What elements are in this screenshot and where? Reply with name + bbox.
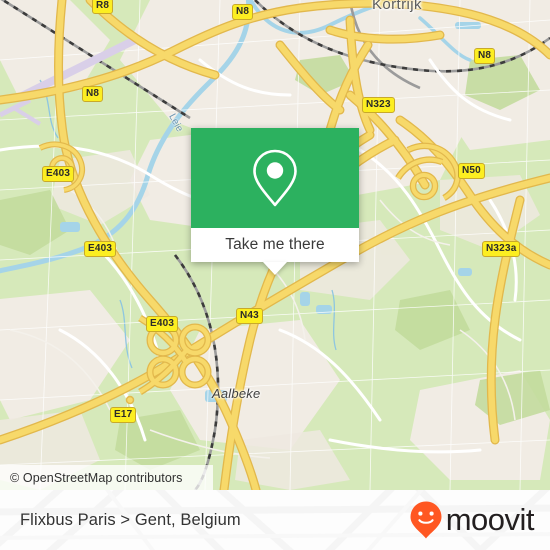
road-shield-e403-mid: E403 (84, 241, 117, 257)
moovit-smiling-pin-icon (410, 501, 442, 539)
popup-icon-area (191, 128, 359, 228)
moovit-wordmark: moovit (445, 502, 535, 537)
moovit-brand[interactable]: moovit (409, 490, 535, 550)
footer-title-wrap: Flixbus Paris > Gent, Belgium (20, 490, 241, 550)
map-screenshot: Kortrijk Aalbeke Leie R8 N8 N8 N8 N323 E… (0, 0, 550, 550)
attribution-text: © OpenStreetMap contributors (10, 470, 183, 485)
map-pin-icon (253, 149, 297, 207)
map-viewport[interactable]: Kortrijk Aalbeke Leie R8 N8 N8 N8 N323 E… (0, 0, 550, 490)
road-shield-n323: N323 (362, 97, 395, 113)
road-shield-n43: N43 (236, 308, 263, 324)
popup-action-area[interactable]: Take me there (191, 228, 359, 262)
take-me-there-label: Take me there (225, 236, 325, 253)
place-label-aalbeke: Aalbeke (212, 386, 261, 401)
footer-bar: Flixbus Paris > Gent, Belgium moovit (0, 490, 550, 550)
road-shield-n8-west: N8 (82, 86, 104, 102)
road-shield-n50: N50 (458, 163, 485, 179)
road-shield-r8-north: R8 (92, 0, 114, 14)
road-shield-n8-east: N8 (474, 48, 496, 64)
road-shield-e17: E17 (110, 407, 137, 423)
popup-tail (263, 262, 287, 275)
road-shield-e403-lower: E403 (146, 316, 179, 332)
city-label-kortrijk: Kortrijk (372, 0, 422, 13)
take-me-there-popup[interactable]: Take me there (191, 128, 359, 262)
road-shield-n323a: N323a (482, 241, 521, 257)
map-attribution[interactable]: © OpenStreetMap contributors (0, 465, 213, 490)
page-title: Flixbus Paris > Gent, Belgium (20, 510, 241, 529)
road-shield-e403-upper: E403 (42, 166, 75, 182)
road-shield-n8-north: N8 (232, 4, 254, 20)
